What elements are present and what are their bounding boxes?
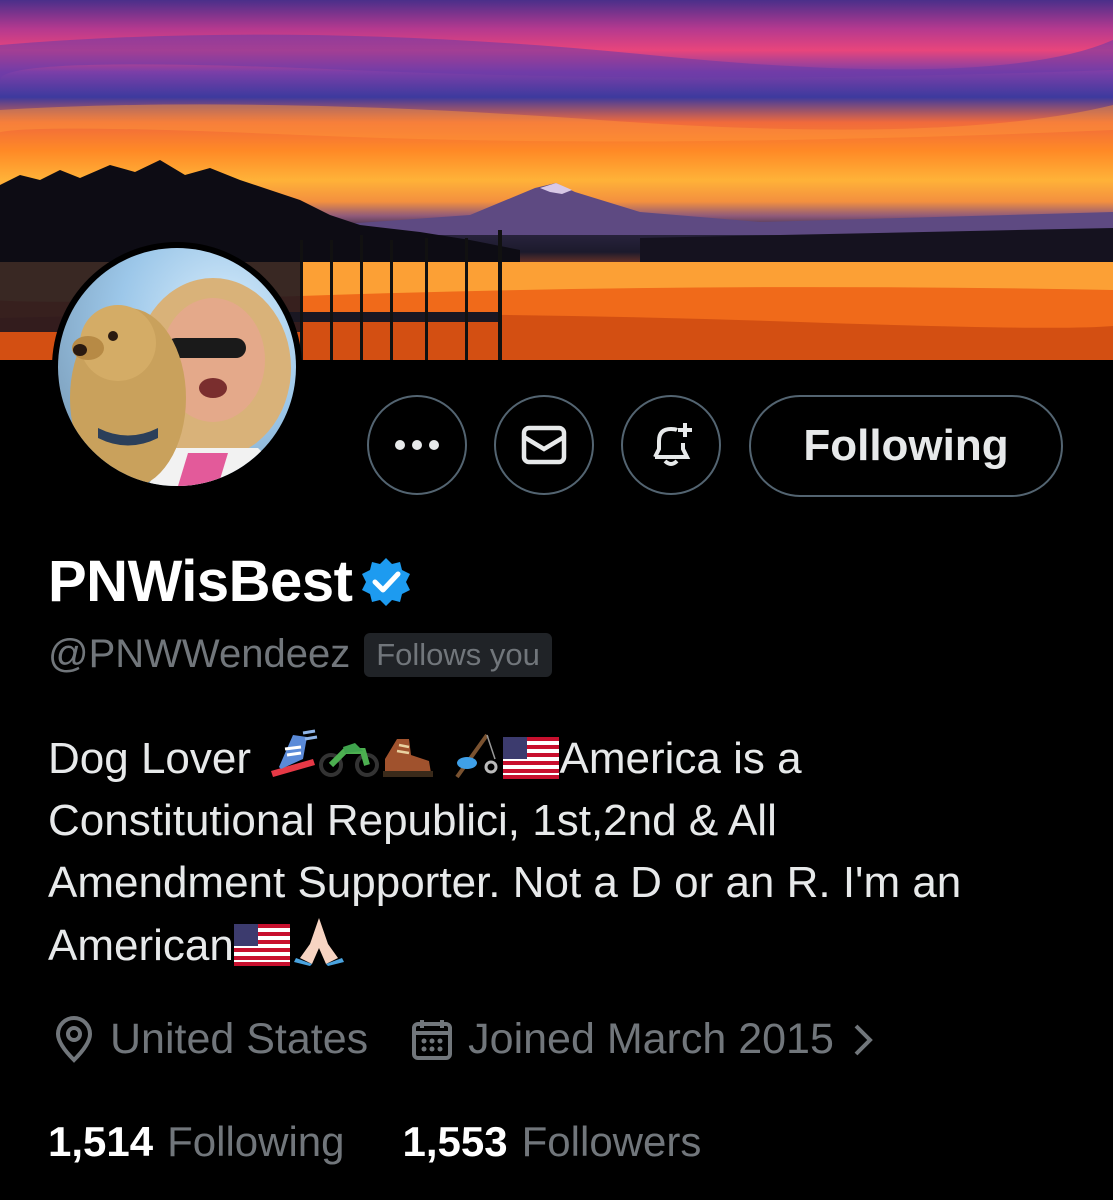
bio-line-4: American xyxy=(48,914,1068,977)
follows-you-badge: Follows you xyxy=(364,632,552,677)
bio-line-3: Amendment Supporter. Not a D or an R. I'… xyxy=(48,858,962,907)
profile-bio: Dog Lover America is a Constitutional Re… xyxy=(48,728,1068,977)
message-button[interactable] xyxy=(494,395,594,495)
bio-text: America is a xyxy=(559,734,802,783)
joined-date-text: Joined March 2015 xyxy=(468,1015,834,1063)
display-name-row: PNWisBest xyxy=(48,548,412,615)
profile-avatar[interactable] xyxy=(52,242,302,492)
handle-row: @PNWWendeez Follows you xyxy=(48,632,552,677)
more-icon xyxy=(395,440,439,450)
motorcycle-icon xyxy=(319,743,380,777)
bio-line-2: Constitutional Republici, 1st,2nd & All xyxy=(48,796,777,845)
verified-badge-icon[interactable] xyxy=(360,556,412,608)
avatar-photo xyxy=(58,248,296,486)
notification-bell-add-icon xyxy=(653,423,692,466)
joined-date-item[interactable]: Joined March 2015 xyxy=(410,1015,892,1064)
following-stat[interactable]: 1,514 Following xyxy=(48,1118,345,1166)
display-name: PNWisBest xyxy=(48,549,353,614)
us-flag-icon xyxy=(233,924,290,966)
profile-meta-row: United States Joined March 2015 xyxy=(52,1015,892,1064)
chevron-right-icon xyxy=(854,1024,873,1055)
calendar-icon xyxy=(412,1019,453,1060)
folded-hands-icon xyxy=(293,918,344,966)
follow-stats-row: 1,514 Following 1,553 Followers xyxy=(48,1118,701,1166)
ski-boot-icon xyxy=(271,729,318,777)
following-label: Following xyxy=(167,1118,345,1165)
followers-stat[interactable]: 1,553 Followers xyxy=(403,1118,702,1166)
followers-count: 1,553 xyxy=(402,1118,508,1165)
bio-text: American xyxy=(48,921,234,970)
bio-text: Dog Lover xyxy=(48,734,264,783)
user-handle: @PNWWendeez xyxy=(48,632,351,676)
following-button[interactable]: Following xyxy=(749,395,1063,497)
message-icon xyxy=(521,425,567,465)
fishing-pole-icon xyxy=(455,733,498,779)
followers-label: Followers xyxy=(521,1118,702,1165)
location-pin-icon xyxy=(55,1015,93,1063)
location-text: United States xyxy=(110,1015,369,1063)
bio-line-1: Dog Lover America is a xyxy=(48,728,1068,790)
us-flag-icon xyxy=(503,737,560,779)
location-item: United States xyxy=(52,1015,368,1064)
notifications-button[interactable] xyxy=(621,395,721,495)
following-count: 1,514 xyxy=(48,1118,154,1165)
hiking-boot-icon xyxy=(383,739,434,777)
more-options-button[interactable] xyxy=(367,395,467,495)
